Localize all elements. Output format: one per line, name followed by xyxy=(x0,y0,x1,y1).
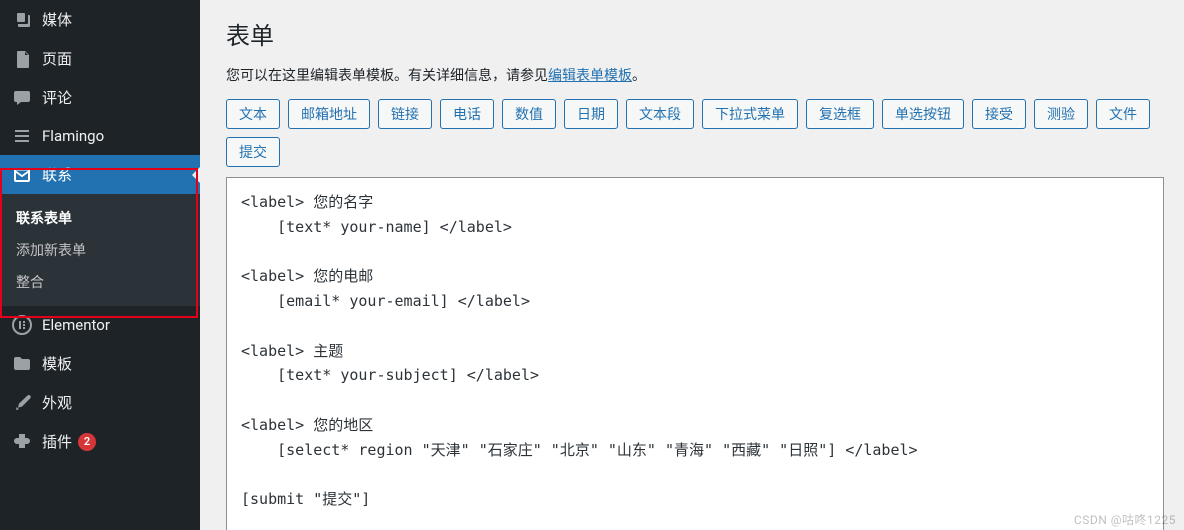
tag-radio[interactable]: 单选按钮 xyxy=(882,99,964,129)
tag-select[interactable]: 下拉式菜单 xyxy=(702,99,798,129)
sidebar-item-comments[interactable]: 评论 xyxy=(0,78,200,117)
folder-icon xyxy=(12,354,32,374)
elementor-icon xyxy=(12,315,32,335)
sidebar-item-appearance[interactable]: 外观 xyxy=(0,383,200,422)
plugin-icon xyxy=(12,432,32,452)
sidebar-item-label: 外观 xyxy=(42,392,72,413)
sidebar-item-contact[interactable]: 联系 xyxy=(0,155,200,194)
submenu-item-integration[interactable]: 整合 xyxy=(0,266,200,298)
form-template-editor[interactable] xyxy=(226,177,1164,530)
tag-tel[interactable]: 电话 xyxy=(440,99,494,129)
submenu-item-add-new[interactable]: 添加新表单 xyxy=(0,234,200,266)
tag-acceptance[interactable]: 接受 xyxy=(972,99,1026,129)
tag-email[interactable]: 邮箱地址 xyxy=(288,99,370,129)
flamingo-icon xyxy=(12,126,32,146)
tag-number[interactable]: 数值 xyxy=(502,99,556,129)
admin-sidebar: 媒体 页面 评论 Flamingo 联系 联系表单 添加新表单 整合 Eleme… xyxy=(0,0,200,530)
sidebar-item-templates[interactable]: 模板 xyxy=(0,344,200,383)
sidebar-item-label: 模板 xyxy=(42,353,72,374)
doc-link[interactable]: 编辑表单模板 xyxy=(548,68,632,84)
panel-title: 表单 xyxy=(226,16,1164,51)
watermark: CSDN @咕咚1225 xyxy=(1074,511,1176,528)
mail-icon xyxy=(12,165,32,185)
sidebar-item-pages[interactable]: 页面 xyxy=(0,39,200,78)
submenu-item-contact-forms[interactable]: 联系表单 xyxy=(0,202,200,234)
media-icon xyxy=(12,10,32,30)
contact-submenu: 联系表单 添加新表单 整合 xyxy=(0,194,200,306)
comment-icon xyxy=(12,88,32,108)
tag-submit[interactable]: 提交 xyxy=(226,137,280,167)
plugins-badge: 2 xyxy=(78,433,96,451)
tag-date[interactable]: 日期 xyxy=(564,99,618,129)
tag-text[interactable]: 文本 xyxy=(226,99,280,129)
sidebar-item-label: 媒体 xyxy=(42,9,72,30)
tag-file[interactable]: 文件 xyxy=(1096,99,1150,129)
sidebar-item-label: 联系 xyxy=(42,164,72,185)
sidebar-item-flamingo[interactable]: Flamingo xyxy=(0,117,200,155)
tag-generator-row: 文本 邮箱地址 链接 电话 数值 日期 文本段 下拉式菜单 复选框 单选按钮 接… xyxy=(226,99,1164,167)
sidebar-item-elementor[interactable]: Elementor xyxy=(0,306,200,344)
tag-quiz[interactable]: 测验 xyxy=(1034,99,1088,129)
tag-checkbox[interactable]: 复选框 xyxy=(806,99,874,129)
sidebar-item-label: Flamingo xyxy=(42,127,104,145)
tag-url[interactable]: 链接 xyxy=(378,99,432,129)
sidebar-item-label: Elementor xyxy=(42,316,110,334)
brush-icon xyxy=(12,393,32,413)
main-content: 表单 您可以在这里编辑表单模板。有关详细信息，请参见编辑表单模板。 文本 邮箱地… xyxy=(200,0,1184,530)
sidebar-item-media[interactable]: 媒体 xyxy=(0,0,200,39)
sidebar-item-label: 页面 xyxy=(42,48,72,69)
sidebar-item-label: 评论 xyxy=(42,87,72,108)
sidebar-item-label: 插件 xyxy=(42,431,72,452)
sidebar-item-plugins[interactable]: 插件 2 xyxy=(0,422,200,461)
tag-textarea[interactable]: 文本段 xyxy=(626,99,694,129)
panel-description: 您可以在这里编辑表单模板。有关详细信息，请参见编辑表单模板。 xyxy=(226,65,1164,85)
page-icon xyxy=(12,49,32,69)
